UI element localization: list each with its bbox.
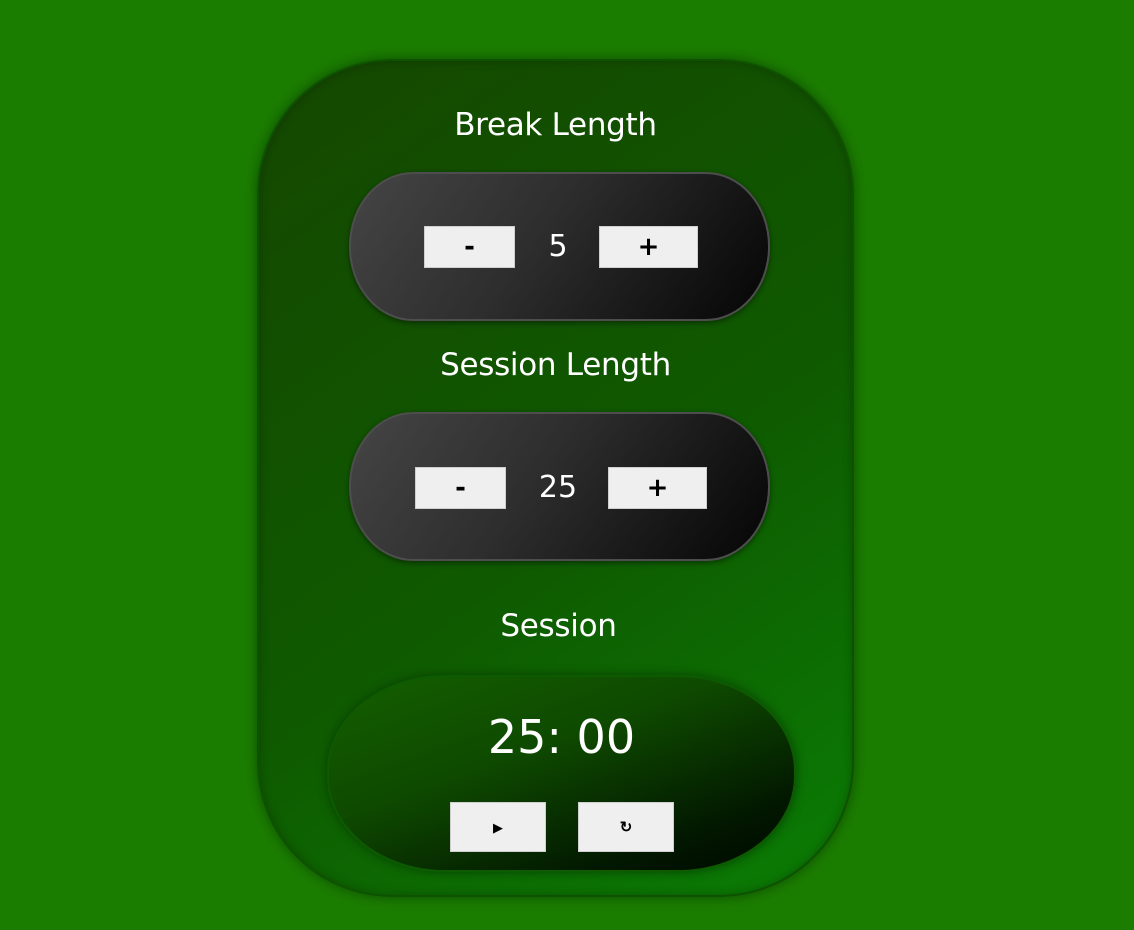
session-increment-button[interactable]: +	[608, 467, 707, 509]
break-length-value: 5	[548, 229, 568, 264]
refresh-icon: ↻	[619, 818, 633, 836]
session-length-title: Session Length	[440, 347, 671, 383]
break-length-control: - 5 +	[349, 172, 770, 321]
pomodoro-clock-card: Break Length - 5 + Session Length - 25 +…	[257, 59, 854, 897]
session-decrement-button[interactable]: -	[415, 467, 506, 509]
timer-display: 25: 00 ▶ ↻	[327, 675, 796, 872]
timer-label: Session	[500, 608, 617, 644]
break-decrement-button[interactable]: -	[424, 226, 515, 268]
play-icon: ▶	[493, 819, 503, 835]
reset-button[interactable]: ↻	[578, 802, 674, 852]
session-length-control: - 25 +	[349, 412, 770, 561]
break-increment-button[interactable]: +	[599, 226, 698, 268]
start-stop-button[interactable]: ▶	[450, 802, 546, 852]
time-left: 25: 00	[487, 710, 636, 764]
session-length-value: 25	[538, 470, 578, 505]
break-length-title: Break Length	[454, 107, 657, 143]
